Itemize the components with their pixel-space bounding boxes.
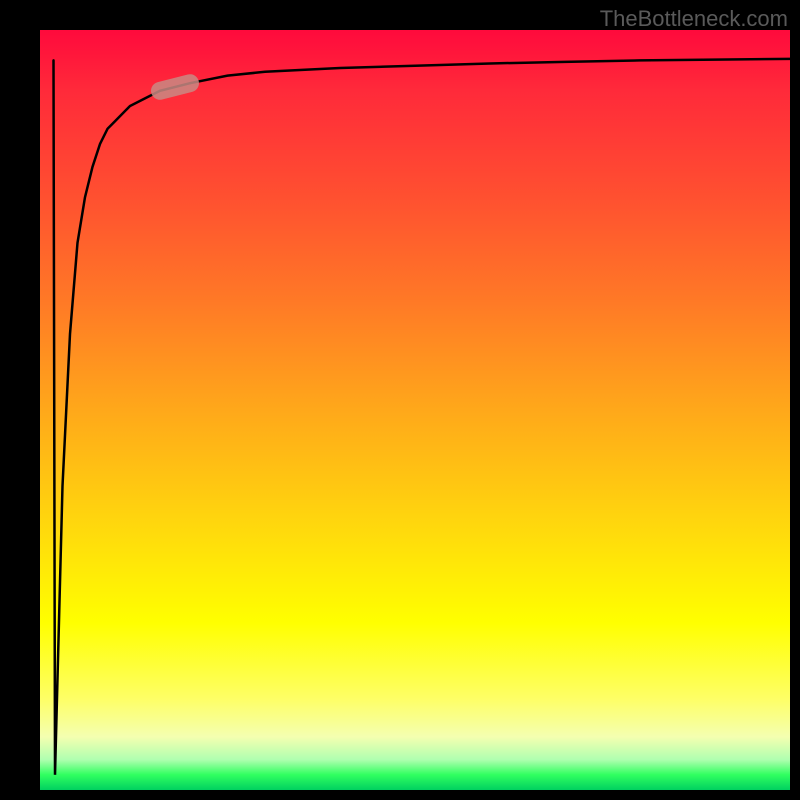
chart-frame bbox=[40, 30, 790, 790]
bottleneck-curve-path bbox=[54, 59, 791, 775]
curve-highlight-segment bbox=[160, 83, 190, 91]
chart-curve-layer bbox=[40, 30, 790, 790]
watermark-text: TheBottleneck.com bbox=[600, 6, 788, 32]
